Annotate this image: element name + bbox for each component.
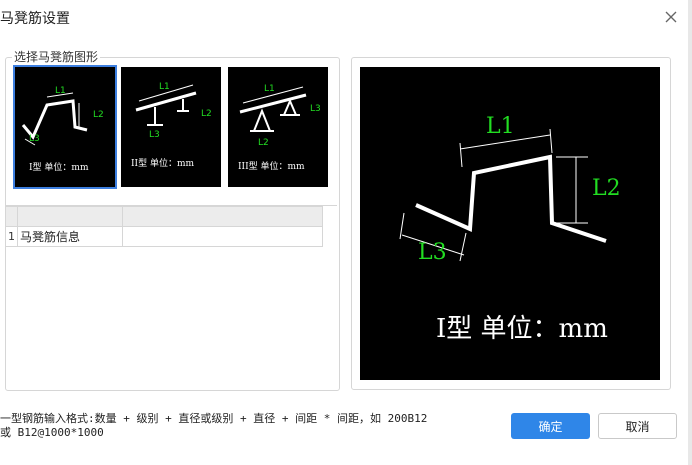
- grid-corner-cell: [5, 206, 18, 227]
- l1-label: L1: [55, 86, 66, 96]
- l3-label: L3: [29, 134, 40, 144]
- grid-header-name: [17, 206, 123, 227]
- grid-header-row: [5, 206, 323, 227]
- shape-option-type-1[interactable]: L1 L2 L3 I型 单位：mm: [13, 65, 117, 189]
- preview-l3-label: L3: [418, 240, 447, 265]
- close-icon[interactable]: [664, 10, 678, 24]
- format-hint-line-1: 一型钢筋输入格式:数量 + 级别 + 直径或级别 + 直径 + 间距 * 间距，…: [0, 412, 428, 425]
- preview-l2-label: L2: [592, 176, 621, 201]
- l3-label: L3: [149, 130, 160, 140]
- shape-option-type-2[interactable]: L1 L2 L3 II型 单位：mm: [121, 67, 221, 187]
- row-value-cell[interactable]: [122, 226, 323, 247]
- window-edge: [688, 0, 692, 465]
- shape-preview-canvas: L1 L2 L3 I型 单位：mm: [360, 67, 660, 380]
- ok-button[interactable]: 确定: [511, 413, 590, 439]
- table-row[interactable]: 1 马凳筋信息: [5, 226, 323, 247]
- shape-caption: I型 单位：mm: [29, 161, 89, 173]
- l1-label: L1: [264, 84, 275, 94]
- cancel-button[interactable]: 取消: [598, 413, 677, 439]
- dialog-title: 马凳筋设置: [0, 11, 70, 27]
- row-name-cell: 马凳筋信息: [17, 226, 123, 247]
- preview-l1-label: L1: [486, 114, 515, 139]
- l2-label: L2: [93, 110, 104, 120]
- shape-group-label: 选择马凳筋图形: [12, 48, 101, 65]
- l1-label: L1: [159, 82, 170, 92]
- stool-rebar-dialog: 马凳筋设置 选择马凳筋图形 L1 L2 L3 I型 单位：mm L1 L2 L3…: [0, 0, 692, 465]
- rebar-info-grid: 1 马凳筋信息: [5, 205, 337, 390]
- shape-option-type-3[interactable]: L1 L3 L2 III型 单位：mm: [228, 67, 328, 187]
- preview-caption: I型 单位：mm: [436, 314, 608, 344]
- format-hint: 一型钢筋输入格式:数量 + 级别 + 直径或级别 + 直径 + 间距 * 间距，…: [0, 412, 427, 440]
- row-number: 1: [5, 226, 18, 247]
- grid-header-value: [122, 206, 323, 227]
- l3-label: L3: [310, 104, 321, 114]
- l2-label: L2: [258, 138, 269, 148]
- l2-label: L2: [201, 109, 212, 119]
- shape-caption: III型 单位：mm: [238, 160, 305, 172]
- format-hint-line-2: 或 B12@1000*1000: [0, 426, 104, 439]
- shape-caption: II型 单位：mm: [131, 157, 195, 169]
